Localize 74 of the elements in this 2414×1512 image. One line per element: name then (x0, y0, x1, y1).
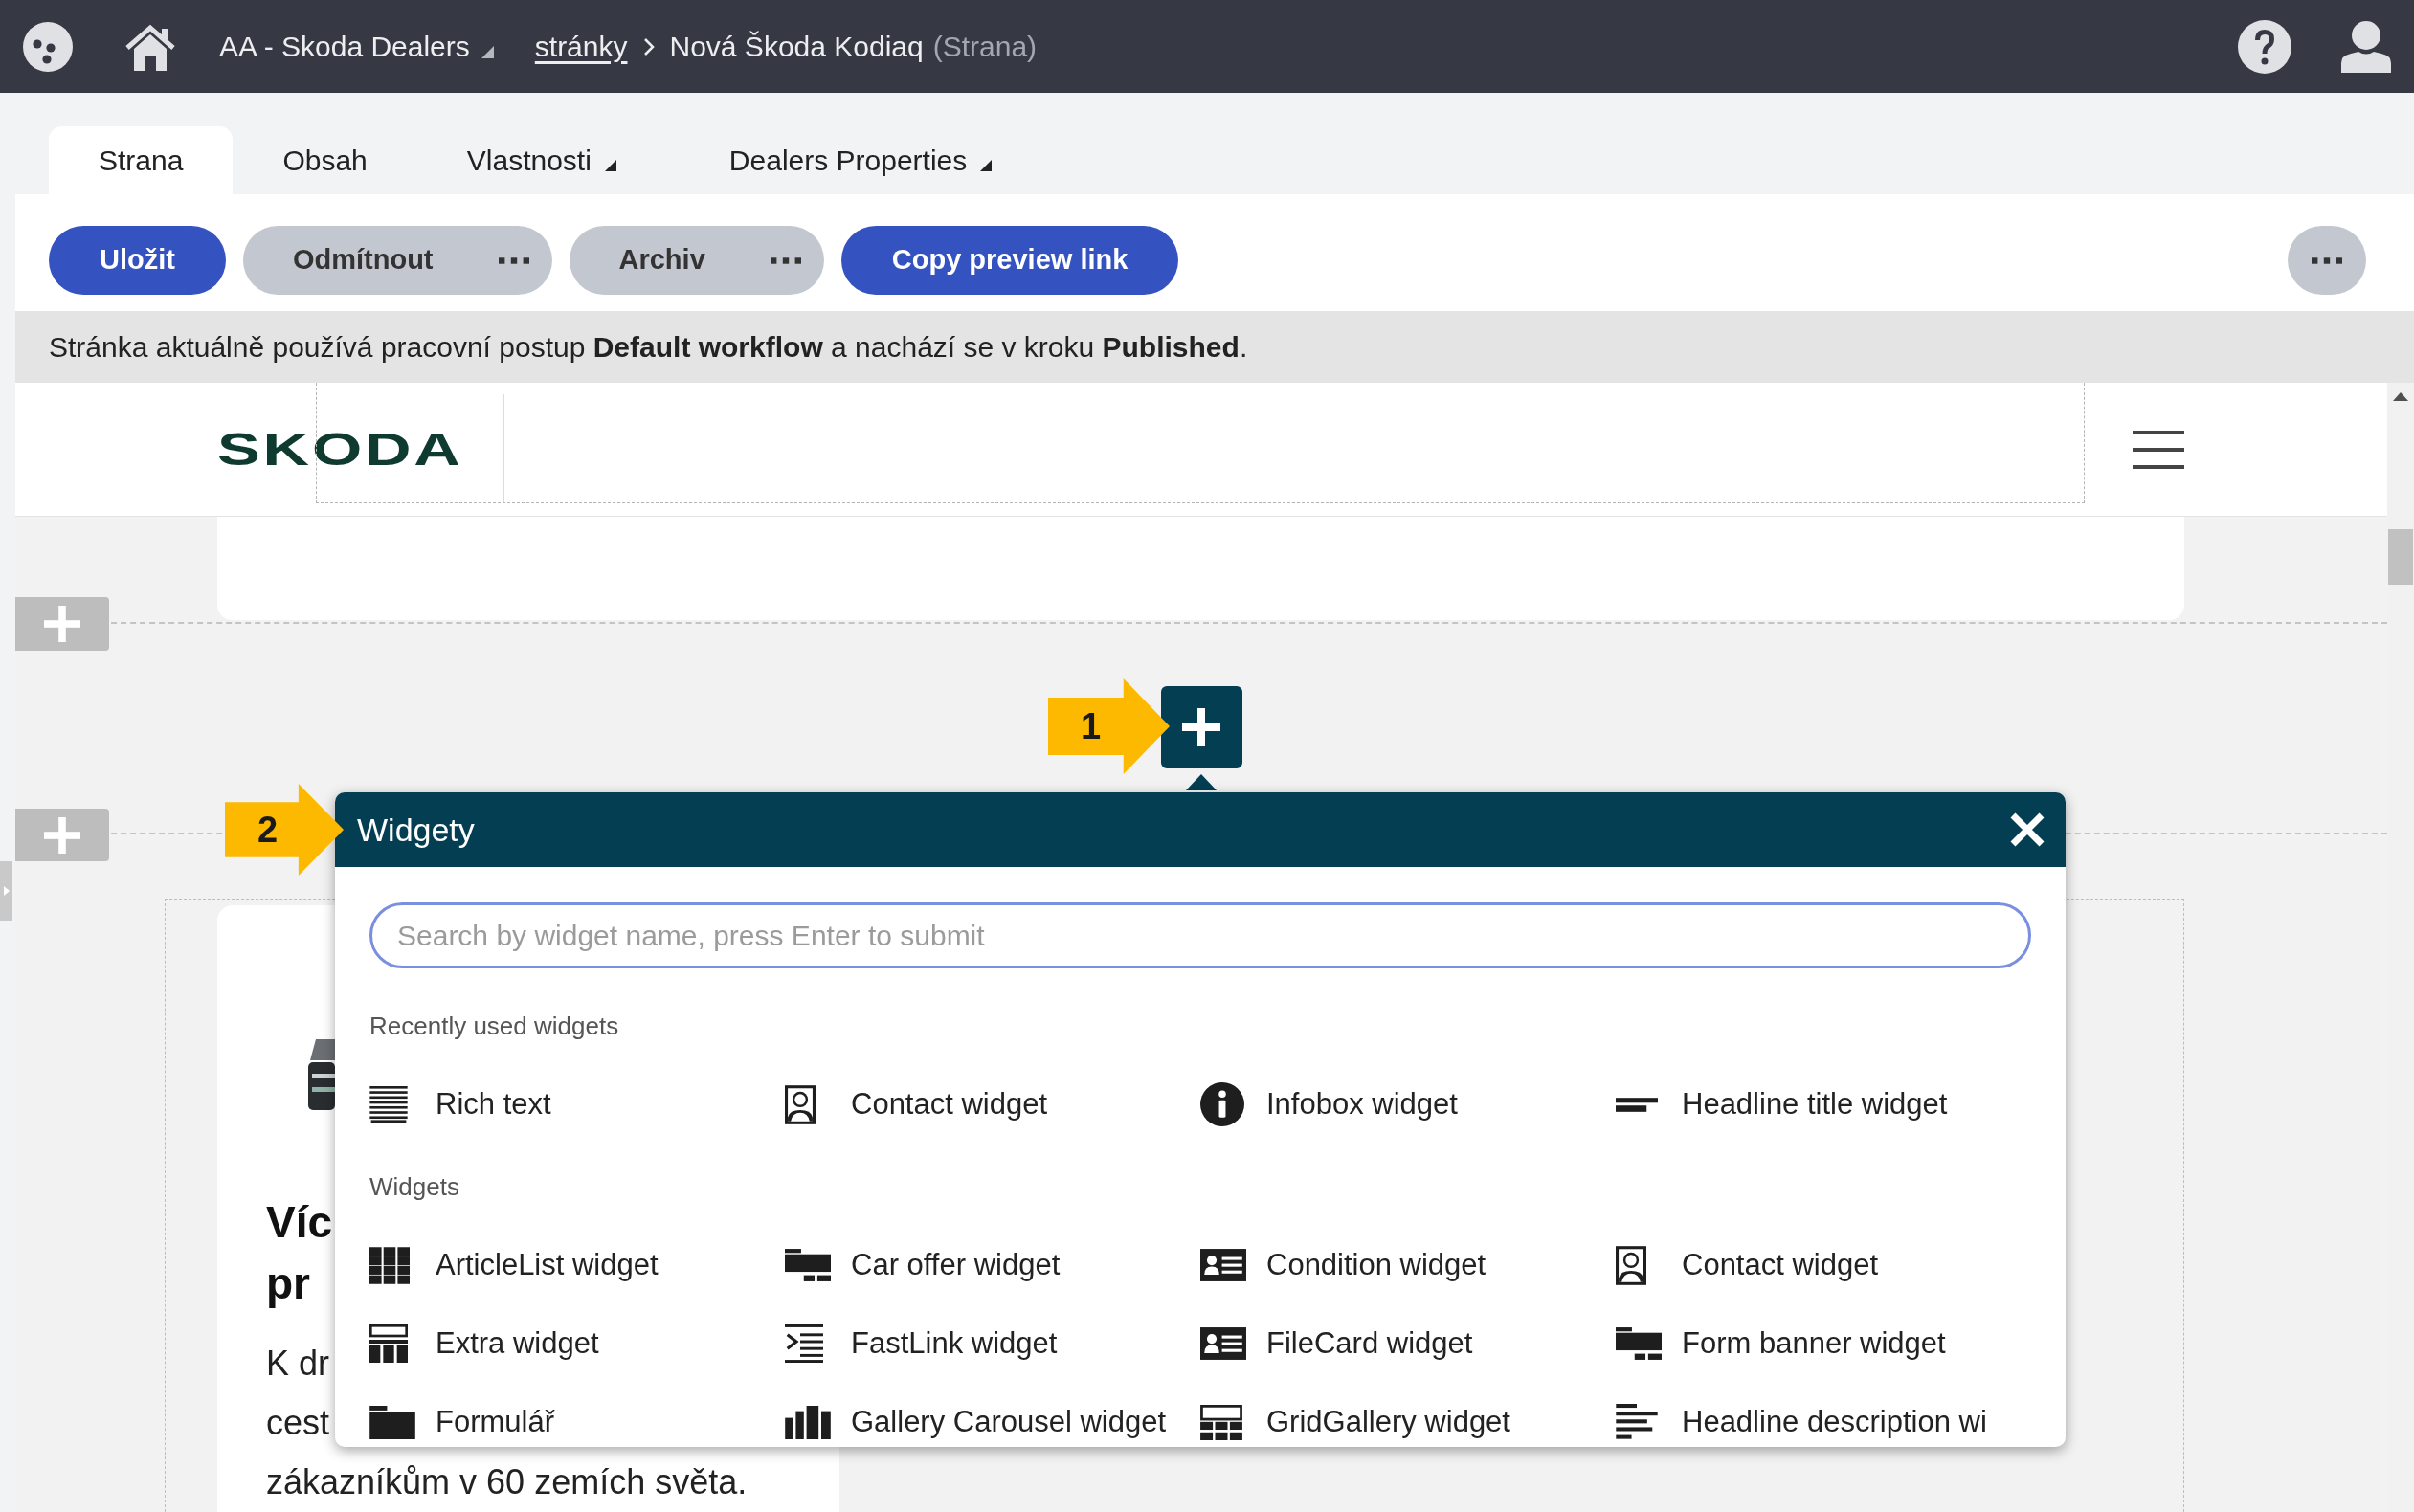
widget-item[interactable]: FastLink widget (785, 1319, 1058, 1368)
widget-item[interactable]: Car offer widget (785, 1240, 1061, 1290)
toolbar-button[interactable]: Odmítnout (242, 226, 552, 295)
widget-item[interactable]: Headline description wi (1616, 1397, 1987, 1447)
dialog-title: Widgety (357, 810, 475, 850)
widget-item[interactable]: FileCard widget (1200, 1319, 1473, 1368)
layout-columns-icon (369, 1324, 408, 1363)
body-line: K dr (266, 1343, 330, 1385)
person-portrait-icon (1616, 1245, 1646, 1285)
widget-item[interactable]: Contact widget (785, 1079, 1048, 1129)
gallery-grid-icon (1200, 1404, 1242, 1440)
widget-item[interactable]: Gallery Carousel widget (785, 1397, 1167, 1447)
widget-item[interactable]: Form banner widget (1616, 1319, 1946, 1368)
chevron-right-icon (642, 36, 655, 56)
tab[interactable]: Obsah (233, 126, 417, 194)
text-lines-icon (1616, 1404, 1658, 1440)
breadcrumb-current: Nová Škoda Kodiaq (669, 30, 924, 64)
heading-line: pr (266, 1257, 310, 1310)
scroll-up-icon[interactable] (2393, 392, 2408, 401)
info-icon (1200, 1082, 1244, 1126)
site-selector[interactable]: AA - Skoda Dealers (219, 25, 494, 68)
page-type-label: (Strana) (932, 30, 1038, 64)
pointer-triangle-icon (1186, 774, 1217, 790)
body-line: cest (266, 1402, 330, 1444)
logo-icon[interactable] (23, 21, 73, 72)
widget-item[interactable]: Rich text (369, 1079, 551, 1129)
close-icon (2008, 811, 2046, 849)
toolbar-button[interactable]: Copy preview link (840, 226, 1179, 295)
brand-logo: SKODA (217, 426, 463, 473)
scrollbar-thumb[interactable] (2388, 529, 2413, 585)
widget-item[interactable]: Headline title widget (1616, 1079, 1948, 1129)
home-icon[interactable] (123, 22, 177, 71)
close-button[interactable] (2008, 811, 2046, 849)
list-chevron-icon (785, 1324, 823, 1363)
text-lines-icon (369, 1086, 408, 1123)
widget-item[interactable]: ArticleList widget (369, 1240, 659, 1290)
widget-item[interactable]: Infobox widget (1200, 1079, 1458, 1129)
banner-icon (1616, 1327, 1662, 1360)
scrollbar[interactable] (2387, 383, 2414, 1512)
help-icon[interactable] (2238, 19, 2291, 74)
breadcrumb-link[interactable]: stránky (534, 25, 628, 68)
plus-icon (44, 606, 80, 642)
section-title: Recently used widgets (369, 1011, 619, 1041)
plus-icon (1182, 708, 1220, 746)
widget-item[interactable]: GridGallery widget (1200, 1397, 1510, 1447)
heading-line: Víc (266, 1196, 333, 1249)
tab[interactable]: Dealers Properties (679, 126, 1056, 194)
id-card-icon (1200, 1327, 1246, 1360)
caret-right-icon (3, 886, 10, 896)
search-field[interactable]: Search by widget name, press Enter to submit (369, 902, 2031, 968)
person-portrait-icon (785, 1084, 816, 1124)
widget-item[interactable]: Contact widget (1616, 1240, 1879, 1290)
folder-icon (369, 1405, 415, 1439)
tab[interactable]: Vlastnosti (416, 126, 680, 194)
toolbar-button[interactable]: Uložit (49, 226, 226, 295)
menu-icon[interactable] (2133, 430, 2184, 469)
grid-icon (369, 1246, 410, 1284)
tab[interactable]: Strana (49, 126, 234, 194)
widget-item[interactable]: Condition widget (1200, 1240, 1486, 1290)
section-title: Widgets (369, 1171, 459, 1202)
headline-bars-icon (1616, 1097, 1658, 1112)
add-widget-button[interactable] (1160, 686, 1242, 768)
workflow-notice: Stránka aktuálně používá pracovní postup Default workflow a nachází se v kroku Published. (49, 330, 1248, 365)
id-card-icon (1200, 1249, 1246, 1281)
caret-icon (481, 46, 494, 58)
more-icon (2312, 256, 2342, 264)
banner-icon (785, 1249, 831, 1281)
widget-item[interactable]: Formulář (369, 1397, 554, 1447)
plus-icon (44, 816, 80, 854)
user-icon[interactable] (2339, 20, 2393, 73)
bar-columns-icon (785, 1405, 831, 1439)
body-line: zákazníkům v 60 zemích světa. (266, 1461, 748, 1503)
toolbar-button[interactable]: Archiv (569, 226, 824, 295)
widget-item[interactable]: Extra widget (369, 1319, 599, 1368)
